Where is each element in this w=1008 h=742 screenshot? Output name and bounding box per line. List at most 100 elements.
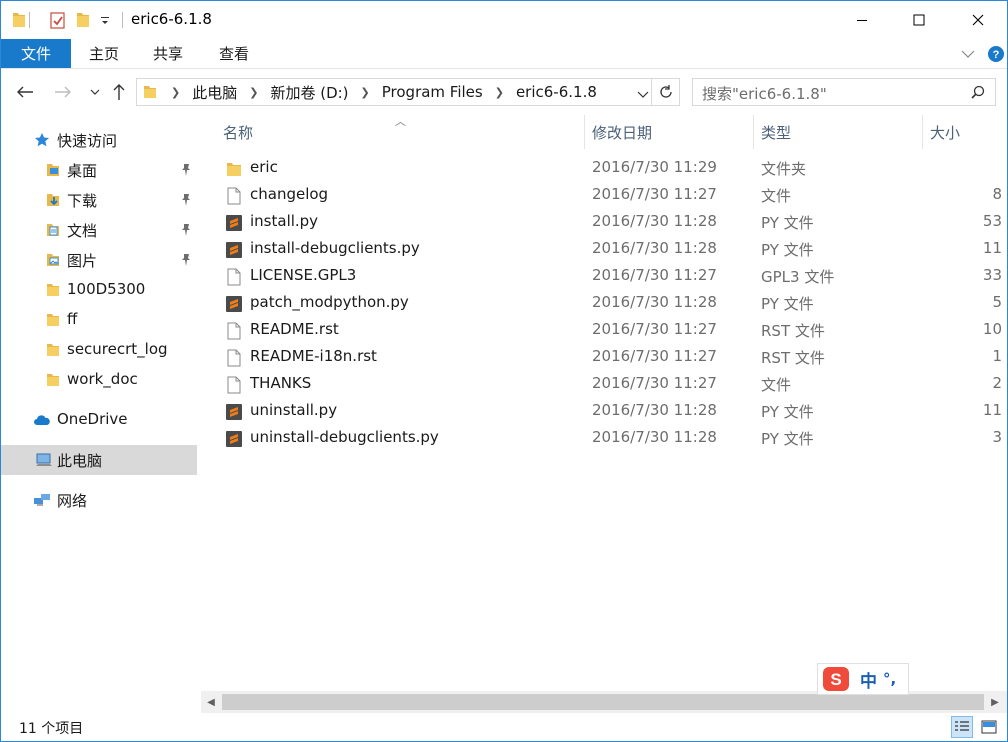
scroll-left-icon[interactable]: ◀	[203, 694, 219, 710]
file-row[interactable]: install-debugclients.py 2016/7/30 11:28 PY…	[221, 236, 1007, 263]
breadcrumb-this-pc[interactable]: 此电脑	[188, 82, 241, 103]
column-divider[interactable]	[753, 115, 754, 149]
item-count: 11 个项目	[19, 721, 84, 737]
file-row[interactable]: README.rst 2016/7/30 11:27 RST 文件 10	[221, 317, 1007, 344]
file-size: 5	[992, 293, 1002, 311]
sort-ascending-icon: ︿	[395, 115, 406, 128]
column-divider[interactable]	[584, 115, 585, 149]
sidebar-item-quick-access[interactable]: 快速访问	[1, 125, 197, 155]
refresh-button[interactable]	[658, 84, 674, 104]
sidebar-item-network[interactable]: 网络	[1, 485, 197, 515]
ime-toolbar[interactable]: S 中 °,	[817, 663, 909, 695]
file-date: 2016/7/30 11:28	[592, 212, 717, 230]
tab-home[interactable]: 主页	[89, 39, 119, 68]
file-type: PY 文件	[761, 403, 814, 421]
status-bar: 11 个项目	[1, 713, 1007, 741]
search-box[interactable]: 搜索"eric6-6.1.8"	[692, 78, 996, 106]
up-button[interactable]	[107, 80, 131, 104]
pin-icon[interactable]	[179, 223, 193, 237]
breadcrumb-separator-icon[interactable]: ❯	[241, 86, 266, 99]
tab-share[interactable]: 共享	[153, 39, 183, 68]
breadcrumb-separator-icon[interactable]: ❯	[163, 86, 188, 99]
arrow-right-icon	[55, 86, 71, 98]
sidebar-item-100d5300[interactable]: 100D5300	[1, 275, 197, 305]
desktop-icon	[45, 162, 61, 178]
sidebar-item-documents[interactable]: 文档	[1, 215, 197, 245]
sidebar-item-desktop[interactable]: 桌面	[1, 155, 197, 185]
scroll-right-icon[interactable]: ▶	[987, 694, 1003, 710]
sidebar-item-securecrt-log[interactable]: securecrt_log	[1, 335, 197, 365]
minimize-button[interactable]	[837, 1, 887, 39]
tab-file[interactable]: 文件	[1, 39, 71, 68]
folder-icon	[45, 282, 61, 298]
details-view-button[interactable]	[951, 716, 973, 738]
search-input[interactable]: 搜索"eric6-6.1.8"	[702, 83, 827, 104]
customize-toolbar-icon[interactable]	[99, 12, 111, 32]
file-row[interactable]: changelog 2016/7/30 11:27 文件 8	[221, 182, 1007, 209]
back-button[interactable]	[13, 80, 37, 104]
sidebar-item-onedrive[interactable]: OneDrive	[1, 405, 197, 435]
sidebar-item-work-doc[interactable]: work_doc	[1, 365, 197, 395]
column-header-date[interactable]: 修改日期	[592, 115, 652, 149]
sidebar-item-downloads[interactable]: 下载	[1, 185, 197, 215]
file-row[interactable]: eric 2016/7/30 11:29 文件夹	[221, 155, 1007, 182]
column-header-type[interactable]: 类型	[761, 115, 791, 149]
breadcrumb-program-files[interactable]: Program Files	[378, 83, 487, 101]
file-row[interactable]: install.py 2016/7/30 11:28 PY 文件 53	[221, 209, 1007, 236]
file-row[interactable]: LICENSE.GPL3 2016/7/30 11:27 GPL3 文件 33	[221, 263, 1007, 290]
file-date: 2016/7/30 11:29	[592, 158, 717, 176]
expand-ribbon-button[interactable]	[961, 45, 975, 63]
sidebar-item-pictures[interactable]: 图片	[1, 245, 197, 275]
file-size: 11	[982, 239, 1002, 257]
maximize-button[interactable]	[894, 1, 944, 39]
file-row[interactable]: THANKS 2016/7/30 11:27 文件 2	[221, 371, 1007, 398]
file-size: 33	[982, 266, 1002, 284]
column-header-size[interactable]: 大小	[930, 115, 960, 149]
file-row[interactable]: uninstall.py 2016/7/30 11:28 PY 文件 11	[221, 398, 1007, 425]
breadcrumb-separator-icon[interactable]: ❯	[487, 86, 512, 99]
file-size: 53	[982, 212, 1002, 230]
file-type: RST 文件	[761, 322, 825, 340]
quick-access-divider	[29, 12, 30, 28]
pin-icon[interactable]	[179, 253, 193, 267]
ime-punct-label[interactable]: °,	[883, 670, 896, 688]
address-history-button[interactable]	[637, 86, 649, 104]
recent-locations-button[interactable]	[83, 80, 107, 104]
sidebar-item-ff[interactable]: ff	[1, 305, 197, 335]
search-icon[interactable]	[971, 85, 985, 103]
properties-icon[interactable]	[49, 10, 67, 30]
large-icons-view-button[interactable]	[978, 716, 1000, 738]
file-type: RST 文件	[761, 349, 825, 367]
column-header-name[interactable]: 名称	[223, 115, 253, 149]
breadcrumb-separator-icon[interactable]: ❯	[353, 86, 378, 99]
breadcrumb-current-folder[interactable]: eric6-6.1.8	[512, 83, 601, 101]
sublime-file-icon	[225, 214, 243, 232]
sidebar-item-label: work_doc	[67, 370, 138, 388]
new-folder-icon[interactable]	[75, 10, 91, 30]
sidebar-item-label: 100D5300	[67, 280, 146, 298]
forward-button[interactable]	[51, 80, 75, 104]
file-row[interactable]: patch_modpython.py 2016/7/30 11:28 PY 文件 5	[221, 290, 1007, 317]
sidebar-item-this-pc[interactable]: 此电脑	[1, 445, 197, 475]
pin-icon[interactable]	[179, 163, 193, 177]
file-row[interactable]: README-i18n.rst 2016/7/30 11:27 RST 文件 1	[221, 344, 1007, 371]
sidebar-item-label: 网络	[57, 492, 88, 510]
tab-view[interactable]: 查看	[219, 39, 249, 68]
close-button[interactable]	[953, 1, 1003, 39]
file-row[interactable]: uninstall-debugclients.py 2016/7/30 11:28…	[221, 425, 1007, 452]
help-button[interactable]: ?	[987, 45, 1005, 63]
address-bar[interactable]: ❯ 此电脑 ❯ 新加卷 (D:) ❯ Program Files ❯ eric6…	[136, 78, 680, 106]
file-type: GPL3 文件	[761, 268, 835, 286]
file-type: 文件夹	[761, 160, 807, 178]
sidebar-item-label: 快速访问	[57, 132, 118, 150]
file-icon	[225, 268, 243, 286]
file-name: uninstall.py	[250, 401, 338, 419]
sidebar-item-label: 下载	[67, 192, 98, 210]
ime-mode-label[interactable]: 中	[860, 667, 877, 692]
breadcrumb-drive[interactable]: 新加卷 (D:)	[266, 82, 352, 103]
scrollbar-thumb[interactable]	[222, 694, 984, 710]
downloads-icon	[45, 192, 61, 208]
file-name: LICENSE.GPL3	[250, 266, 357, 284]
pin-icon[interactable]	[179, 193, 193, 207]
column-divider[interactable]	[922, 115, 923, 149]
